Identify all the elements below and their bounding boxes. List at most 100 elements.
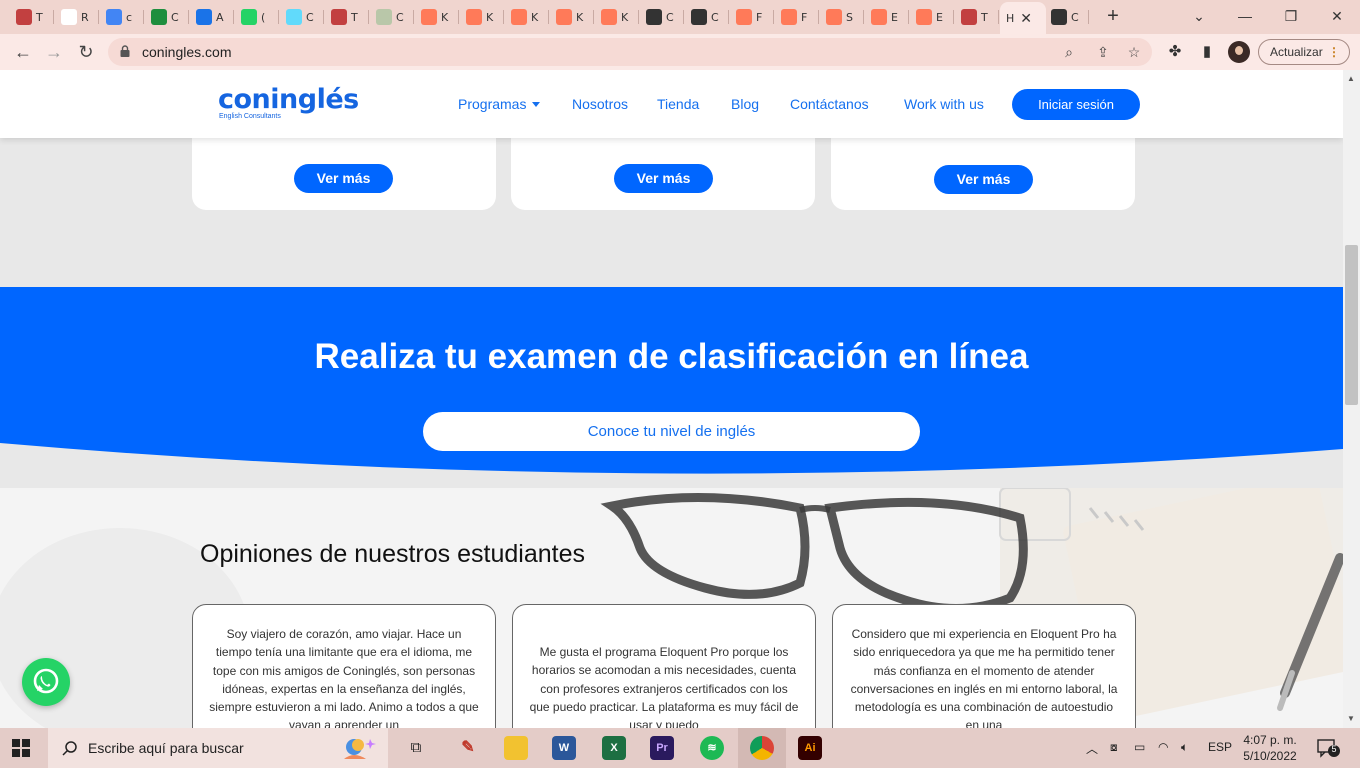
browser-tab[interactable]: C [280, 4, 324, 30]
browser-tab[interactable]: E [910, 4, 954, 30]
browser-tab[interactable]: S [820, 4, 864, 30]
tab-title: R [81, 10, 89, 24]
browser-tab[interactable]: F [730, 4, 774, 30]
browser-tab[interactable]: T [955, 4, 999, 30]
bookmark-star-icon[interactable]: ☆ [1125, 43, 1143, 61]
chrome-icon[interactable] [750, 736, 774, 760]
volume-icon[interactable]: 🔈︎ [1181, 740, 1188, 755]
nav-blog[interactable]: Blog [731, 96, 759, 112]
browser-tab[interactable]: C [370, 4, 414, 30]
new-tab-button[interactable]: + [1102, 6, 1124, 28]
spotify-icon[interactable]: ≋ [700, 736, 724, 760]
tab-title: H [1006, 11, 1015, 25]
tab-separator [53, 10, 54, 24]
language-indicator[interactable]: ESP [1208, 740, 1232, 754]
doc-icon [961, 9, 977, 25]
close-tab-icon[interactable]: ✕ [1020, 10, 1032, 27]
system-clock[interactable]: 4:07 p. m. 5/10/2022 [1240, 732, 1300, 764]
browser-tab[interactable]: C [685, 4, 729, 30]
browser-tab[interactable]: C [1045, 4, 1089, 30]
browser-tab[interactable]: T [325, 4, 369, 30]
tab-separator [98, 10, 99, 24]
browser-tab[interactable]: K [595, 4, 639, 30]
nav-programas[interactable]: Programas [458, 96, 541, 112]
tab-separator [548, 10, 549, 24]
nav-tienda[interactable]: Tienda [657, 96, 699, 112]
file-explorer-icon[interactable] [504, 736, 528, 760]
browser-tab[interactable]: F [775, 4, 819, 30]
profile-avatar[interactable] [1228, 41, 1250, 63]
level-test-button[interactable]: Conoce tu nivel de inglés [423, 412, 920, 451]
scroll-up-arrow-icon[interactable]: ▲ [1347, 74, 1355, 83]
browser-tab[interactable]: E [865, 4, 909, 30]
share-icon[interactable]: ⇪ [1094, 43, 1112, 61]
tab-separator [728, 10, 729, 24]
taskbar-search-box[interactable]: Escribe aquí para buscar [48, 728, 388, 768]
login-button[interactable]: Iniciar sesión [1012, 89, 1140, 120]
ver-mas-button[interactable]: Ver más [294, 164, 393, 193]
nav-work-with-us[interactable]: Work with us [904, 96, 984, 112]
tab-separator [818, 10, 819, 24]
tab-title: K [621, 10, 629, 24]
word-icon[interactable]: W [552, 736, 576, 760]
browser-tab[interactable]: C [640, 4, 684, 30]
paint-icon[interactable]: ✎ [456, 736, 480, 760]
restore-button[interactable]: ❐ [1268, 4, 1314, 28]
zoom-icon[interactable]: ⌕ [1060, 43, 1078, 61]
coningles-logo[interactable]: coninglés English Consultants [218, 84, 359, 120]
minimize-button[interactable]: — [1222, 4, 1268, 28]
windows-start-icon[interactable] [12, 739, 30, 757]
side-panel-icon[interactable]: ▮ [1197, 42, 1217, 62]
tab-title: K [576, 10, 584, 24]
reload-button[interactable]: ↻ [73, 40, 99, 64]
excel-icon[interactable]: X [602, 736, 626, 760]
browser-tab[interactable]: K [505, 4, 549, 30]
logo-tagline: English Consultants [219, 113, 281, 120]
browser-tab[interactable]: K [550, 4, 594, 30]
tab-title: T [981, 10, 988, 24]
hubspot-icon [556, 9, 572, 25]
tab-search-icon[interactable]: ⌄ [1176, 4, 1222, 28]
doc-icon [16, 9, 32, 25]
browser-tab[interactable]: c [100, 4, 144, 30]
ver-mas-button[interactable]: Ver más [614, 164, 713, 193]
browser-tab[interactable]: K [460, 4, 504, 30]
whatsapp-chat-button[interactable] [22, 658, 70, 706]
illustrator-icon[interactable]: Ai [798, 736, 822, 760]
browser-tab[interactable]: C [145, 4, 189, 30]
ver-mas-button[interactable]: Ver más [934, 165, 1033, 194]
testimonial-card: Considero que mi experiencia en Eloquent… [832, 604, 1136, 728]
close-window-button[interactable]: ✕ [1314, 4, 1360, 28]
nav-contactanos[interactable]: Contáctanos [790, 96, 869, 112]
extensions-icon[interactable]: ✤ [1165, 42, 1185, 62]
update-button[interactable]: Actualizar ⋮ [1258, 39, 1350, 65]
tab-title: E [891, 10, 898, 24]
browser-tab-active[interactable]: H ✕ [1000, 2, 1046, 34]
meet-now-icon[interactable]: ⧇ [1110, 740, 1118, 755]
task-view-icon[interactable]: ⧉ [406, 738, 426, 758]
premiere-icon[interactable]: Pr [650, 736, 674, 760]
scroll-down-arrow-icon[interactable]: ▼ [1347, 714, 1355, 723]
back-button[interactable]: ← [10, 40, 36, 64]
address-bar[interactable]: coningles.com ⌕ ⇪ ☆ [108, 38, 1152, 66]
tab-title: K [441, 10, 449, 24]
tab-title: C [711, 10, 719, 24]
browser-tab[interactable]: ( [235, 4, 279, 30]
browser-tab[interactable]: R [55, 4, 99, 30]
tab-separator [773, 10, 774, 24]
browser-tab[interactable]: T [10, 4, 54, 30]
scrollbar-thumb[interactable] [1345, 245, 1358, 405]
browser-tab[interactable]: K [415, 4, 459, 30]
page-scrollbar[interactable]: ▲ ▼ [1343, 70, 1360, 728]
forward-button[interactable]: → [41, 40, 67, 64]
testimonials-title: Opiniones de nuestros estudiantes [200, 540, 585, 568]
nav-nosotros[interactable]: Nosotros [572, 96, 628, 112]
calendar-icon [106, 9, 122, 25]
testimonials-section: Opiniones de nuestros estudiantes Soy vi… [0, 488, 1343, 728]
browser-tab[interactable]: A [190, 4, 234, 30]
wifi-icon[interactable]: ◠ [1158, 740, 1168, 754]
show-hidden-icons[interactable]: ︿ [1086, 740, 1098, 757]
notification-center-icon[interactable]: 5 [1316, 738, 1340, 758]
tab-title: c [126, 10, 133, 24]
battery-icon[interactable]: ▭ [1134, 740, 1145, 754]
